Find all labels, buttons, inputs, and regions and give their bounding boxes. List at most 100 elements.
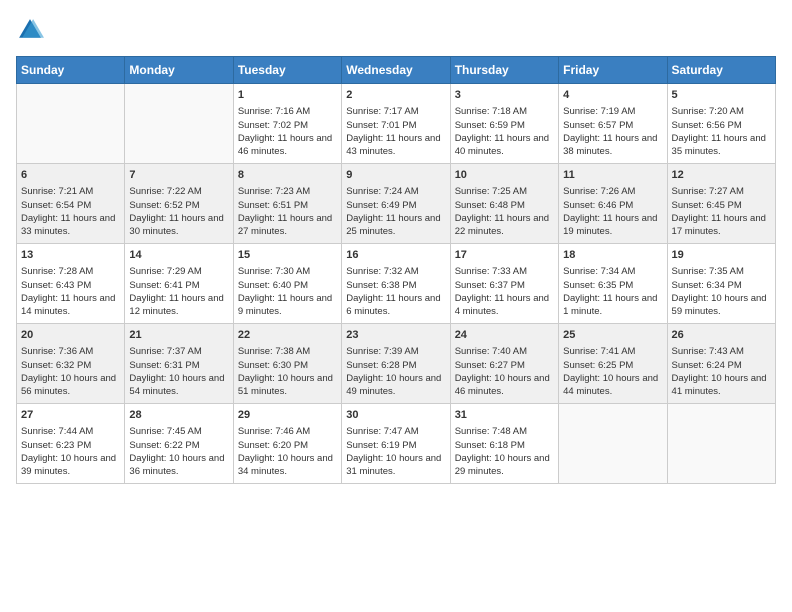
day-number: 11 [563,168,662,183]
calendar-row: 1Sunrise: 7:16 AMSunset: 7:02 PMDaylight… [17,84,776,164]
sunset-text: Sunset: 6:38 PM [346,280,416,291]
daylight-text: Daylight: 10 hours and 56 minutes. [21,373,116,397]
sunrise-text: Sunrise: 7:27 AM [672,186,744,197]
daylight-text: Daylight: 11 hours and 43 minutes. [346,133,440,157]
daylight-text: Daylight: 11 hours and 27 minutes. [238,213,332,237]
calendar-cell: 2 Sunrise: 7:17 AM Sunset: 7:01 PM Daylight… [342,84,450,164]
daylight-text: Daylight: 10 hours and 59 minutes. [672,293,767,317]
calendar-cell: 10Sunrise: 7:25 AMSunset: 6:48 PMDayligh… [450,164,558,244]
calendar-cell [667,404,775,484]
sunset-text: Sunset: 6:41 PM [129,280,199,291]
sunset-text: Sunset: 7:01 PM [346,120,416,131]
calendar-cell: 9Sunrise: 7:24 AMSunset: 6:49 PMDaylight… [342,164,450,244]
calendar-cell: 21Sunrise: 7:37 AMSunset: 6:31 PMDayligh… [125,324,233,404]
daylight-text: Daylight: 10 hours and 41 minutes. [672,373,767,397]
day-number: 16 [346,248,445,263]
daylight-text: Daylight: 11 hours and 30 minutes. [129,213,223,237]
sunset-text: Sunset: 6:56 PM [672,120,742,131]
day-number: 23 [346,328,445,343]
weekday-header: Monday [125,57,233,84]
daylight-text: Daylight: 10 hours and 36 minutes. [129,453,224,477]
page-header [16,16,776,44]
calendar-cell: 14 Sunrise: 7:29 AM Sunset: 6:41 PM Dayligh… [125,244,233,324]
sunset-text: Sunset: 6:52 PM [129,200,199,211]
sunset-text: Sunset: 6:28 PM [346,360,416,371]
sunset-text: Sunset: 6:43 PM [21,280,91,291]
daylight-text: Daylight: 11 hours and 46 minutes. [238,133,332,157]
sunset-text: Sunset: 6:22 PM [129,440,199,451]
daylight-text: Daylight: 10 hours and 39 minutes. [21,453,116,477]
day-number: 22 [238,328,337,343]
sunset-text: Sunset: 7:02 PM [238,120,308,131]
daylight-text: Daylight: 10 hours and 51 minutes. [238,373,333,397]
day-number: 2 [346,88,445,103]
day-number: 8 [238,168,337,183]
daylight-text: Daylight: 11 hours and 35 minutes. [672,133,766,157]
daylight-text: Daylight: 11 hours and 14 minutes. [21,293,115,317]
weekday-header: Friday [559,57,667,84]
sunrise-text: Sunrise: 7:19 AM [563,106,635,117]
daylight-text: Daylight: 10 hours and 29 minutes. [455,453,550,477]
sunrise-text: Sunrise: 7:18 AM [455,106,527,117]
daylight-text: Daylight: 10 hours and 34 minutes. [238,453,333,477]
sunset-text: Sunset: 6:34 PM [672,280,742,291]
sunrise-text: Sunrise: 7:40 AM [455,346,527,357]
sunset-text: Sunset: 6:46 PM [563,200,633,211]
calendar-cell: 20Sunrise: 7:36 AMSunset: 6:32 PMDayligh… [17,324,125,404]
day-number: 12 [672,168,771,183]
sunset-text: Sunset: 6:35 PM [563,280,633,291]
sunset-text: Sunset: 6:25 PM [563,360,633,371]
sunrise-text: Sunrise: 7:38 AM [238,346,310,357]
sunrise-text: Sunrise: 7:17 AM [346,106,418,117]
sunrise-text: Sunrise: 7:21 AM [21,186,93,197]
calendar-cell: 19Sunrise: 7:35 AMSunset: 6:34 PMDayligh… [667,244,775,324]
day-number: 13 [21,248,120,263]
daylight-text: Daylight: 11 hours and 1 minute. [563,293,657,317]
sunrise-text: Sunrise: 7:35 AM [672,266,744,277]
daylight-text: Daylight: 11 hours and 6 minutes. [346,293,440,317]
weekday-header: Thursday [450,57,558,84]
sunrise-text: Sunrise: 7:28 AM [21,266,93,277]
day-number: 18 [563,248,662,263]
sunset-text: Sunset: 6:30 PM [238,360,308,371]
day-number: 7 [129,168,228,183]
day-number: 28 [129,408,228,423]
sunrise-text: Sunrise: 7:25 AM [455,186,527,197]
weekday-header: Saturday [667,57,775,84]
daylight-text: Daylight: 11 hours and 17 minutes. [672,213,766,237]
sunrise-text: Sunrise: 7:29 AM [129,266,201,277]
calendar-cell: 15Sunrise: 7:30 AMSunset: 6:40 PMDayligh… [233,244,341,324]
calendar-cell: 31Sunrise: 7:48 AMSunset: 6:18 PMDayligh… [450,404,558,484]
daylight-text: Daylight: 11 hours and 12 minutes. [129,293,223,317]
sunset-text: Sunset: 6:40 PM [238,280,308,291]
sunset-text: Sunset: 6:31 PM [129,360,199,371]
day-number: 4 [563,88,662,103]
daylight-text: Daylight: 11 hours and 38 minutes. [563,133,657,157]
sunrise-text: Sunrise: 7:45 AM [129,426,201,437]
weekday-header: Tuesday [233,57,341,84]
logo [16,16,48,44]
day-number: 3 [455,88,554,103]
daylight-text: Daylight: 11 hours and 19 minutes. [563,213,657,237]
sunrise-text: Sunrise: 7:24 AM [346,186,418,197]
day-number: 29 [238,408,337,423]
sunset-text: Sunset: 6:49 PM [346,200,416,211]
logo-icon [16,16,44,44]
weekday-header: Sunday [17,57,125,84]
calendar-header: SundayMondayTuesdayWednesdayThursdayFrid… [17,57,776,84]
daylight-text: Daylight: 10 hours and 49 minutes. [346,373,441,397]
calendar-cell: 16Sunrise: 7:32 AMSunset: 6:38 PMDayligh… [342,244,450,324]
calendar-cell: 3Sunrise: 7:18 AMSunset: 6:59 PMDaylight… [450,84,558,164]
calendar-cell [125,84,233,164]
calendar-cell: 29Sunrise: 7:46 AMSunset: 6:20 PMDayligh… [233,404,341,484]
calendar-row: 20Sunrise: 7:36 AMSunset: 6:32 PMDayligh… [17,324,776,404]
calendar-cell: 13 Sunrise: 7:28 AM Sunset: 6:43 PM Dayligh… [17,244,125,324]
sunrise-text: Sunrise: 7:36 AM [21,346,93,357]
weekday-header: Wednesday [342,57,450,84]
calendar-row: 13 Sunrise: 7:28 AM Sunset: 6:43 PM Dayligh… [17,244,776,324]
daylight-text: Daylight: 10 hours and 44 minutes. [563,373,658,397]
day-number: 14 [129,248,228,263]
calendar-cell: 24Sunrise: 7:40 AMSunset: 6:27 PMDayligh… [450,324,558,404]
day-number: 17 [455,248,554,263]
calendar-cell: 5Sunrise: 7:20 AMSunset: 6:56 PMDaylight… [667,84,775,164]
